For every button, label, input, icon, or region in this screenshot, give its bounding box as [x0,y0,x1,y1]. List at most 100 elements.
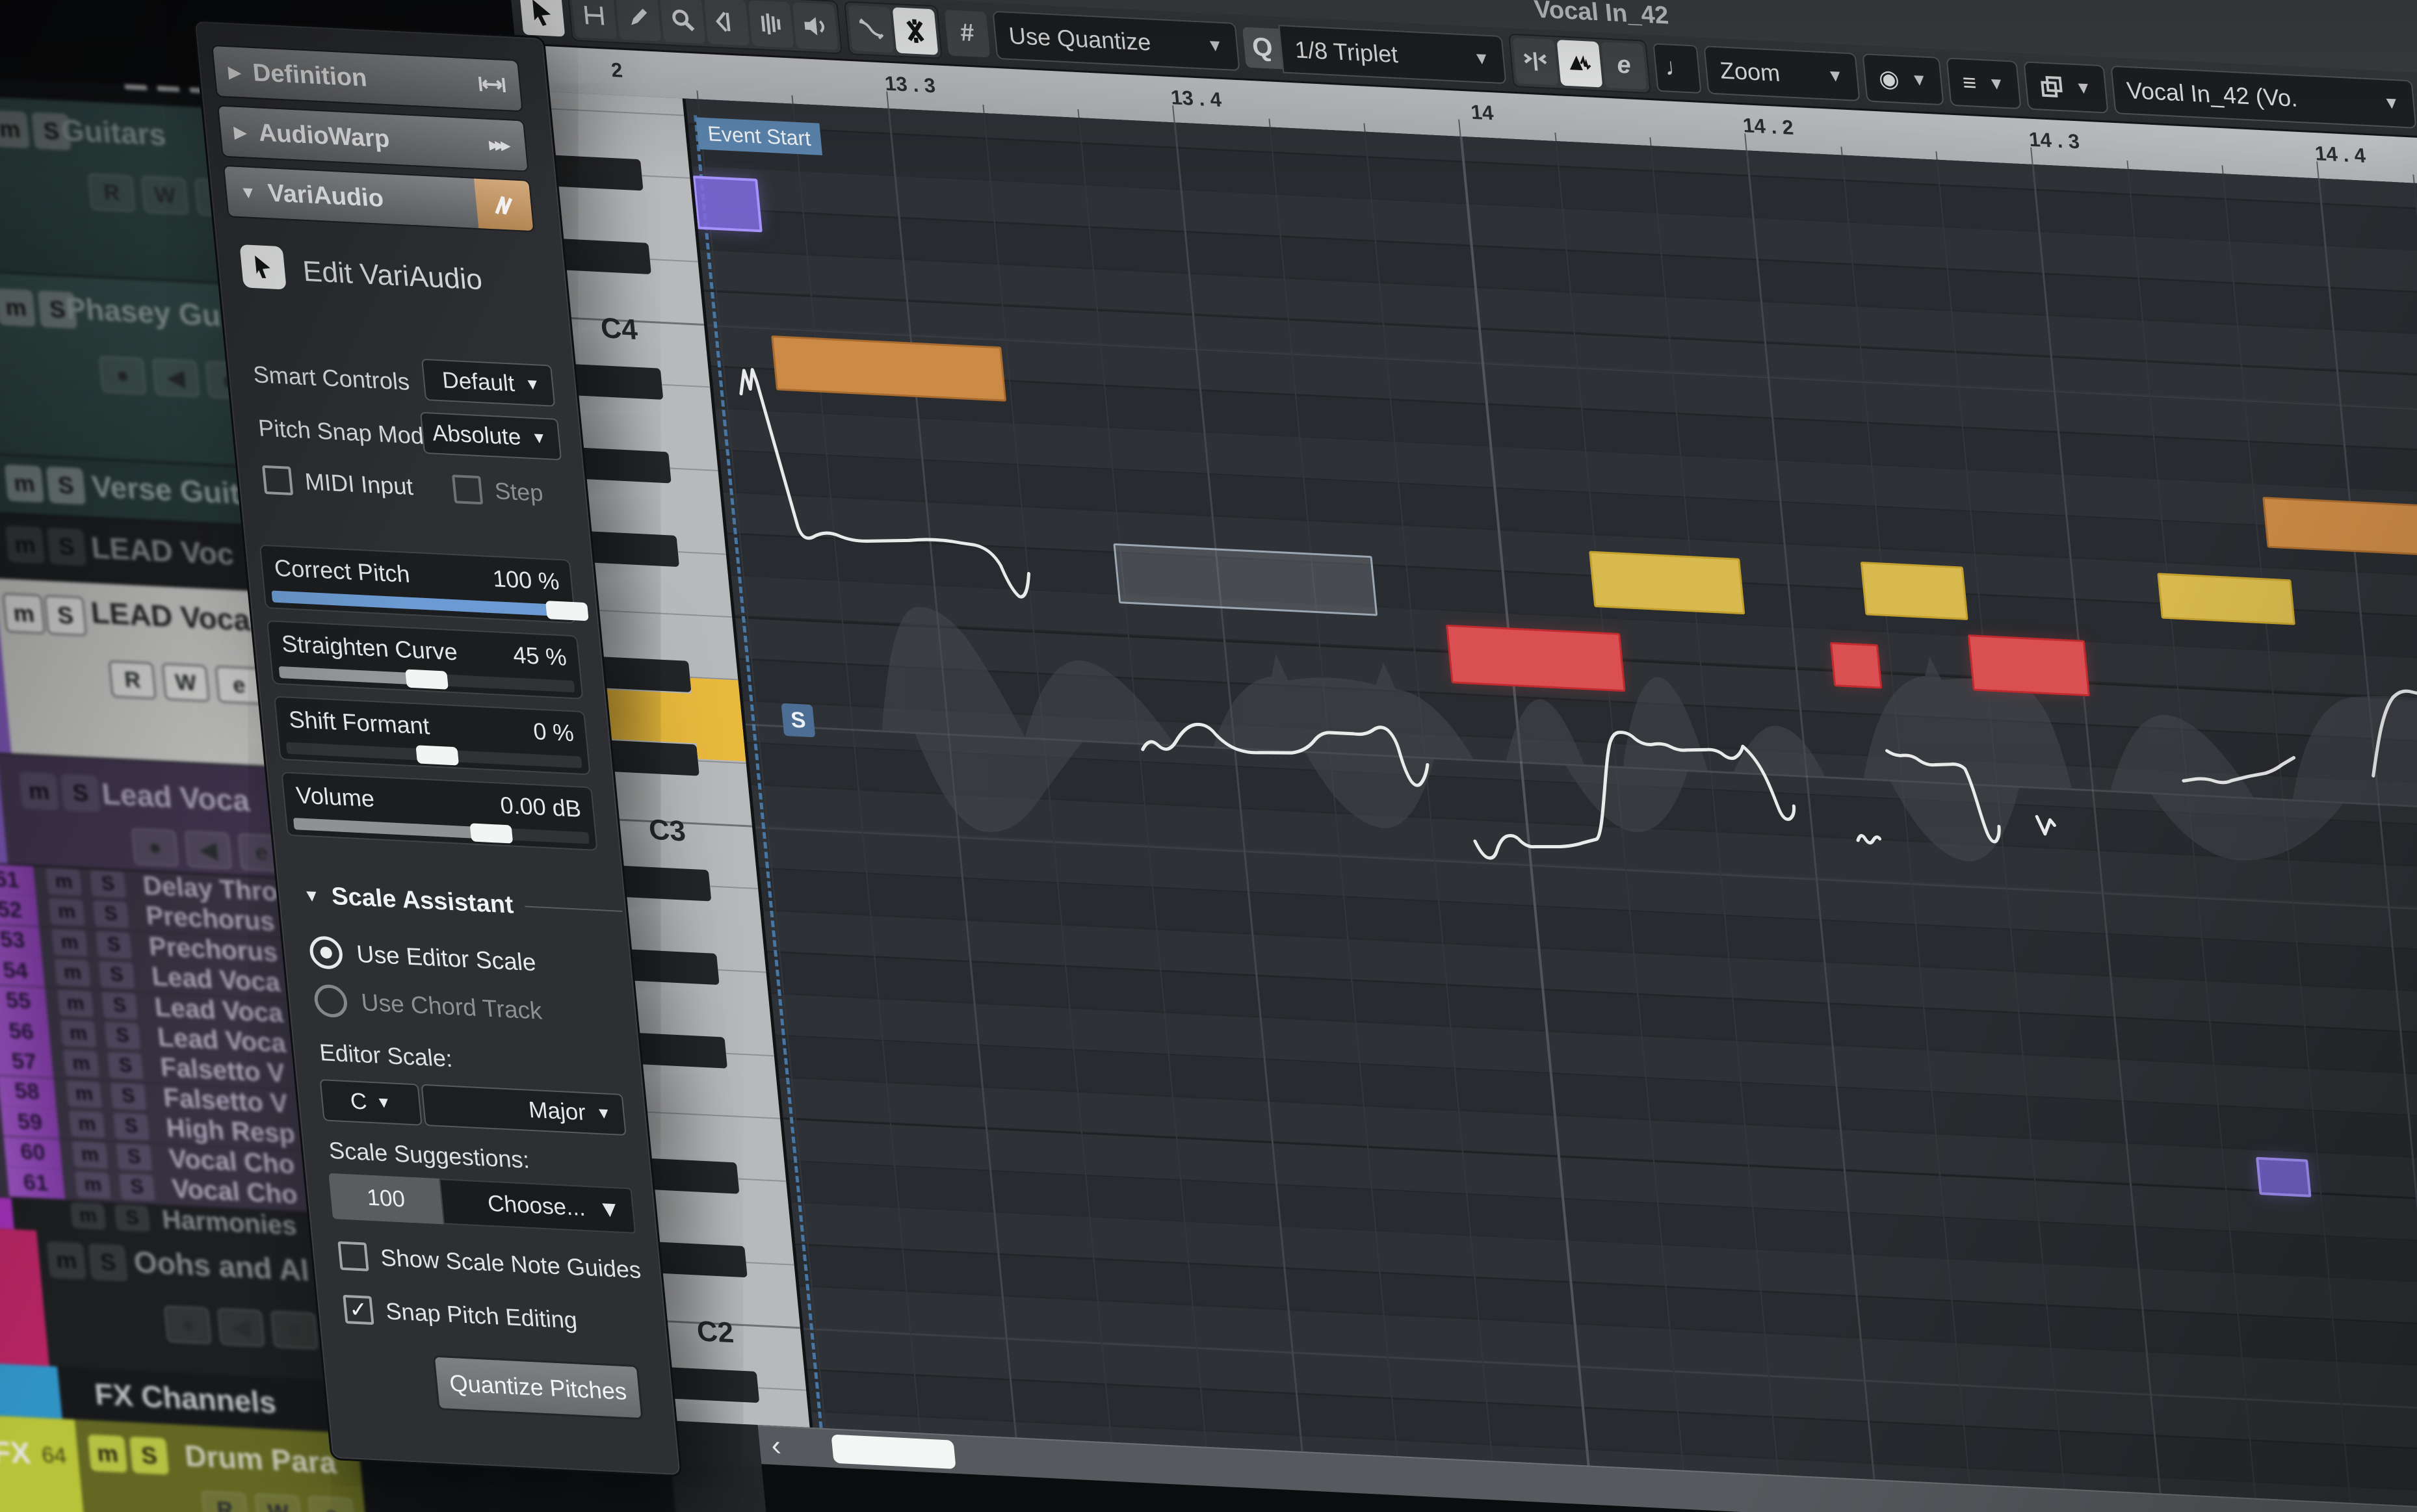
black-key[interactable] [558,239,651,274]
slider-straighten-curve[interactable]: Straighten Curve45 % [267,620,583,699]
solo-button[interactable]: S [88,1244,128,1282]
mute-button[interactable]: m [51,929,88,957]
range-tool[interactable] [571,0,618,39]
comp-tool[interactable] [748,0,794,47]
segment-s-badge[interactable]: S [781,703,816,738]
slider-volume[interactable]: Volume0.00 dB [281,772,597,851]
eye-view-dropdown[interactable]: ◉ ▼ [1862,53,1944,105]
slider-track[interactable] [279,666,575,692]
scale-assistant-header[interactable]: ▼ Scale Assistant [302,881,623,925]
slider-handle[interactable] [545,601,589,621]
grid-toggle[interactable]: # [945,10,991,57]
edit-icon[interactable]: e [1601,42,1647,89]
slider-track[interactable] [272,590,568,616]
audio-quantize-icon[interactable] [1513,37,1559,85]
show-scale-note-guides-checkbox[interactable]: Show Scale Note Guides [337,1241,642,1284]
solo-button[interactable]: S [107,1052,144,1080]
use-chord-track-radio[interactable]: Use Chord Track [313,984,543,1028]
black-key[interactable] [619,866,712,902]
choose-scale-dropdown[interactable]: Choose... ▼ [439,1179,636,1234]
automation-button-r[interactable]: R [88,174,135,213]
solo-button[interactable]: S [101,991,138,1019]
note-length-icon[interactable]: ♩ [1653,43,1701,94]
automation-button-r[interactable]: R [109,660,156,699]
solo-button[interactable]: S [113,1113,150,1141]
mute-button[interactable]: m [75,1171,111,1199]
slider-track[interactable] [286,742,582,768]
slider-correct-pitch[interactable]: Correct Pitch100 % [259,545,576,624]
lanes-dropdown[interactable]: ≡ ▼ [1946,57,2022,109]
black-key[interactable] [634,1033,727,1069]
solo-button[interactable]: S [47,528,86,566]
mute-button[interactable]: m [0,110,30,148]
mute-button[interactable]: m [5,525,45,564]
automation-button-r[interactable]: R [201,1491,248,1512]
automation-button-w[interactable]: W [141,176,189,215]
black-key[interactable] [607,740,699,776]
warp-curve-tool[interactable] [848,5,895,52]
highlighted-key-d3[interactable] [690,678,746,761]
mute-button[interactable]: m [63,1050,99,1078]
mute-button[interactable]: m [69,1110,105,1138]
snap-pitch-editing-checkbox[interactable]: ✓ Snap Pitch Editing [343,1295,578,1335]
black-key[interactable] [579,448,672,484]
scrollbar-thumb[interactable] [831,1435,956,1469]
cut-tool-active[interactable] [893,7,939,55]
mute-button[interactable]: m [60,1020,97,1048]
section-variaudio[interactable]: ▼ VariAudio [223,165,535,232]
solo-button[interactable]: S [99,961,135,989]
slider-handle[interactable] [470,823,514,843]
slider-handle[interactable] [415,745,459,765]
quantize-preset-dropdown[interactable]: 1/8 Triplet ▼ [1278,25,1506,84]
mute-button[interactable]: m [57,989,94,1017]
section-audiowarp[interactable]: ▶ AudioWarp ▸▸▸ [217,105,529,172]
mute-button[interactable]: m [0,289,36,327]
solo-button[interactable]: S [116,1143,152,1171]
zoom-tool[interactable] [660,0,706,44]
automation-button-◀[interactable]: ◀ [152,358,200,397]
mute-button[interactable]: m [70,1202,107,1230]
mute-button[interactable]: m [72,1141,108,1169]
draw-tool[interactable] [616,0,662,41]
track-lead-voca[interactable]: mSLead Voca●◀e [0,748,304,878]
solo-button[interactable]: S [119,1173,155,1201]
automation-button-w[interactable]: W [162,663,209,702]
automation-button-●[interactable]: ● [99,356,146,395]
pitch-snap-dropdown[interactable]: Absolute ▼ [420,412,562,461]
zoom-dropdown[interactable]: Zoom ▼ [1703,46,1860,101]
variaudio-pitch-icon[interactable] [474,179,533,231]
solo-button[interactable]: S [44,595,87,636]
mute-button[interactable]: m [47,1241,86,1279]
scale-type-dropdown[interactable]: Major ▼ [421,1084,627,1136]
segments-icon-active[interactable] [1557,40,1603,87]
black-key[interactable] [627,949,720,985]
solo-button[interactable]: S [129,1437,169,1475]
solo-button[interactable]: S [96,931,132,959]
slider-handle[interactable] [405,669,449,689]
mute-button[interactable]: m [66,1080,103,1108]
automation-button-◀[interactable]: ◀ [185,831,232,870]
trim-tool[interactable] [704,0,750,46]
mute-button[interactable]: m [55,959,91,987]
slider-shift-formant[interactable]: Shift Formant0 % [274,696,590,776]
mute-button[interactable]: m [3,593,46,634]
automation-button-●[interactable]: ● [131,828,179,867]
object-selection-tool[interactable] [519,0,566,36]
automation-button-◀[interactable]: ◀ [217,1308,265,1347]
mute-button[interactable]: m [19,772,59,810]
scroll-left-arrow[interactable]: ‹ [770,1429,782,1463]
slider-track[interactable] [293,818,590,844]
solo-button[interactable]: S [90,870,126,898]
black-key[interactable] [571,364,664,400]
black-key[interactable] [551,155,644,190]
track-oohs[interactable]: mSOohs and Al●◀≡ [0,1224,352,1381]
black-key[interactable] [667,1367,760,1403]
solo-button[interactable]: S [105,1022,141,1050]
definition-range-icon[interactable] [462,59,521,111]
use-editor-scale-radio[interactable]: Use Editor Scale [308,935,537,979]
solo-button[interactable]: S [114,1205,151,1232]
midi-input-checkbox[interactable]: MIDI Input [262,465,414,501]
quantize-pitches-button[interactable]: Quantize Pitches [433,1355,644,1420]
section-definition[interactable]: ▶ Definition [211,45,523,112]
scale-key-dropdown[interactable]: C ▼ [320,1079,423,1126]
